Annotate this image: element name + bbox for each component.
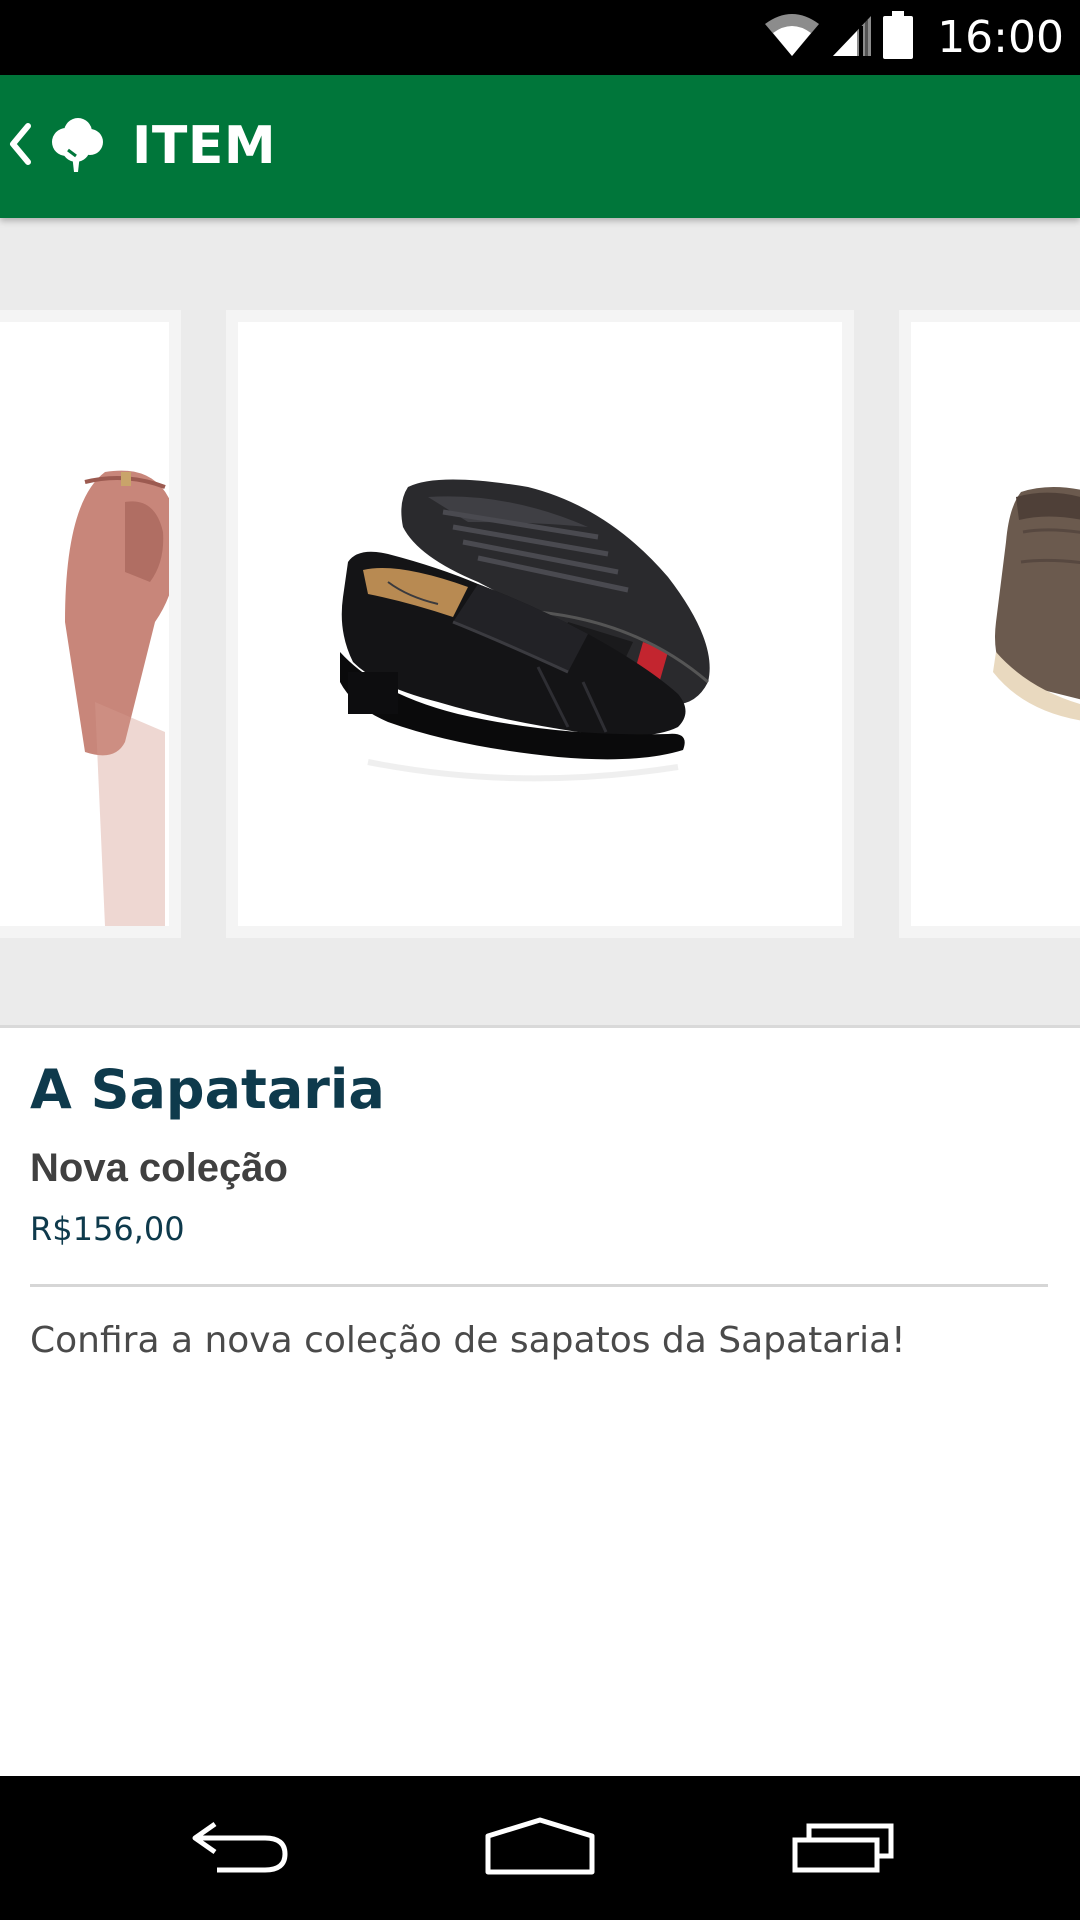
black-leather-loafers-image	[340, 479, 710, 782]
home-nav-icon	[484, 1816, 596, 1881]
nav-recents-button[interactable]	[743, 1776, 943, 1920]
status-bar: 16:00	[0, 0, 1080, 75]
signal-icon	[831, 12, 873, 63]
tree-logo-icon	[46, 114, 106, 179]
pink-heeled-shoe-image	[65, 470, 169, 926]
recents-nav-icon	[791, 1818, 895, 1879]
brown-boot-image	[993, 487, 1080, 721]
navigation-bar	[0, 1776, 1080, 1920]
chevron-left-icon	[8, 123, 32, 170]
nav-home-button[interactable]	[440, 1776, 640, 1920]
store-name: A Sapataria	[30, 1058, 385, 1121]
app-bar: ITEM	[0, 75, 1080, 218]
item-name: Nova coleção	[30, 1146, 288, 1190]
wifi-icon	[763, 12, 821, 63]
battery-icon	[883, 11, 914, 64]
back-nav-icon	[187, 1818, 291, 1879]
item-price: R$156,00	[30, 1210, 185, 1248]
image-carousel[interactable]	[0, 218, 1080, 1028]
divider	[30, 1284, 1048, 1287]
item-description: Confira a nova coleção de sapatos da Sap…	[30, 1320, 906, 1361]
nav-back-button[interactable]	[139, 1776, 339, 1920]
back-button[interactable]	[0, 75, 120, 218]
carousel-card-next[interactable]	[899, 310, 1080, 938]
carousel-card-current[interactable]	[226, 310, 854, 938]
page-title: ITEM	[132, 116, 277, 176]
status-icons: 16:00	[763, 0, 1064, 75]
screen: 16:00 ITEM A Sapataria Nova coleção R$15…	[0, 0, 1080, 1920]
carousel-card-previous[interactable]	[0, 310, 181, 938]
status-time: 16:00	[937, 12, 1064, 63]
